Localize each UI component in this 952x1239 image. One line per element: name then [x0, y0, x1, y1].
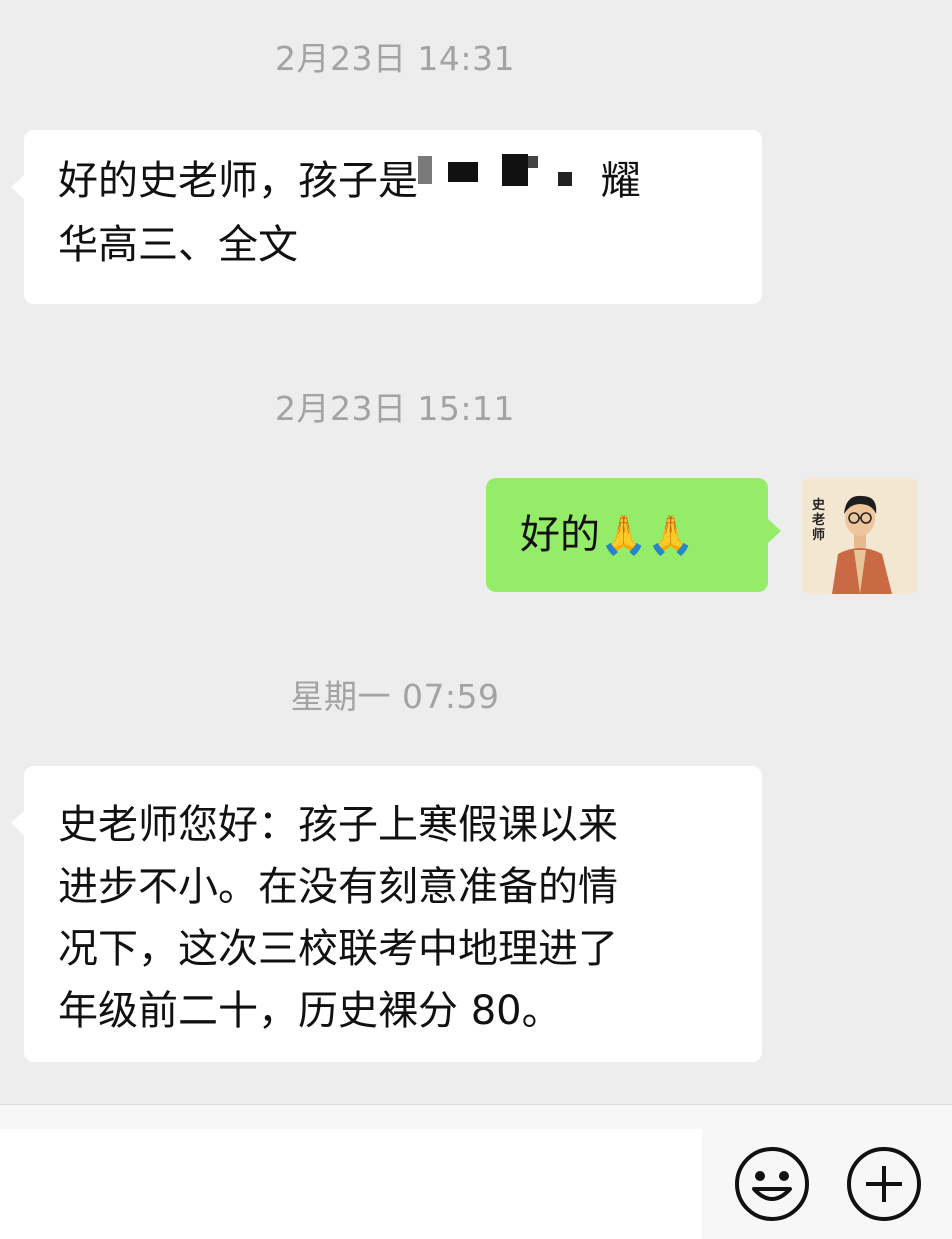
message-line: 进步不小。在没有刻意准备的情 — [58, 864, 618, 910]
praying-hands-emoji: 🙏🙏 — [600, 513, 695, 557]
emoji-icon — [735, 1147, 809, 1221]
chat-screen: 2月23日 14:31 好的史老师，孩子是 耀 华高三、全文 2月23日 15:… — [0, 0, 952, 1239]
received-message-bubble[interactable]: 史老师您好：孩子上寒假课以来 进步不小。在没有刻意准备的情 况下，这次三校联考中… — [11, 766, 762, 1062]
teacher-avatar[interactable]: 史老师 — [802, 478, 918, 594]
message-line: 史老师您好：孩子上寒假课以来 — [58, 802, 618, 848]
plus-icon — [847, 1147, 921, 1221]
received-message-bubble[interactable]: 好的史老师，孩子是 耀 华高三、全文 — [11, 130, 762, 304]
message-line: 年级前二十，历史裸分 80。 — [58, 988, 562, 1034]
message-line: 华高三、全文 — [58, 222, 298, 268]
chat-input-bar — [0, 1104, 952, 1239]
timestamp: 2月23日 14:31 — [274, 39, 516, 78]
avatar-label: 史老师 — [812, 498, 826, 543]
sent-message-bubble[interactable]: 好的🙏🙏 — [486, 478, 781, 592]
emoji-button[interactable] — [733, 1145, 811, 1223]
plus-button[interactable] — [845, 1145, 923, 1223]
redacted-name-mosaic — [418, 148, 588, 210]
message-line: 况下，这次三校联考中地理进了 — [58, 926, 618, 972]
timestamp: 2月23日 15:11 — [274, 389, 516, 428]
message-line: 好的史老师，孩子是 耀 — [58, 150, 732, 214]
message-input[interactable] — [0, 1129, 702, 1239]
timestamp: 星期一 07:59 — [290, 677, 500, 716]
